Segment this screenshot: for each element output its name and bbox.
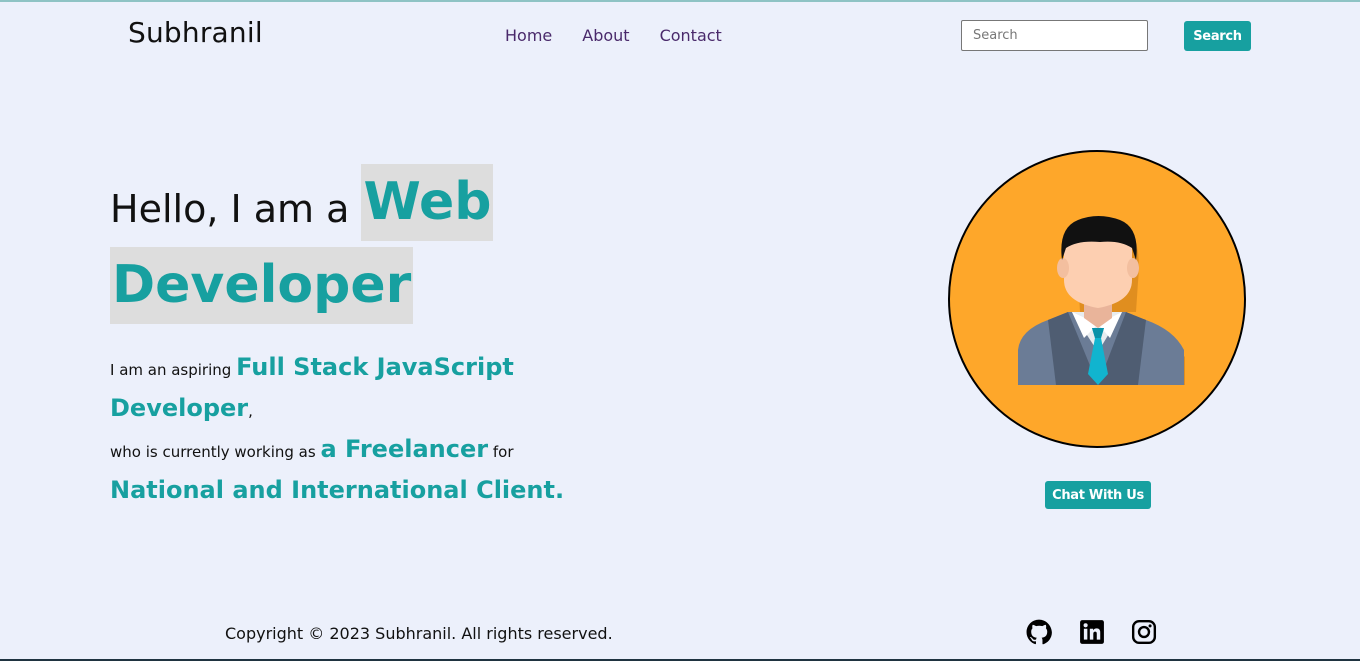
nav-link-contact[interactable]: Contact	[660, 26, 722, 45]
profile-avatar	[948, 150, 1246, 448]
desc-working: who is currently working as	[110, 443, 321, 461]
desc-for: for	[488, 443, 514, 461]
search-button[interactable]: Search	[1184, 21, 1251, 51]
search-input[interactable]	[961, 20, 1148, 51]
hero-headline: Hello, I am a Web	[110, 164, 494, 241]
hero-greeting: Hello, I am a	[110, 187, 350, 231]
nav-link-home[interactable]: Home	[505, 26, 552, 45]
footer-copyright: Copyright © 2023 Subhranil. All rights r…	[225, 624, 613, 643]
hero-description: I am an aspiring Full Stack JavaScript D…	[110, 348, 570, 512]
brand-logo[interactable]: Subhranil	[128, 16, 263, 49]
desc-intro: I am an aspiring	[110, 361, 237, 379]
desc-clients: National and International Client.	[110, 476, 565, 504]
desc-freelancer: a Freelancer	[320, 435, 489, 463]
businessman-avatar-icon	[1018, 216, 1185, 385]
nav-link-about[interactable]: About	[582, 26, 629, 45]
page: Subhranil Home About Contact Search Hell…	[0, 0, 1360, 661]
linkedin-icon[interactable]	[1079, 619, 1105, 645]
desc-comma: ,	[248, 402, 253, 420]
main-nav: Home About Contact	[505, 26, 752, 45]
hero-role-developer: Developer	[110, 247, 414, 324]
instagram-icon[interactable]	[1131, 619, 1157, 645]
github-icon[interactable]	[1026, 619, 1052, 645]
hero-role-web: Web	[361, 164, 494, 241]
chat-with-us-button[interactable]: Chat With Us	[1045, 481, 1151, 509]
